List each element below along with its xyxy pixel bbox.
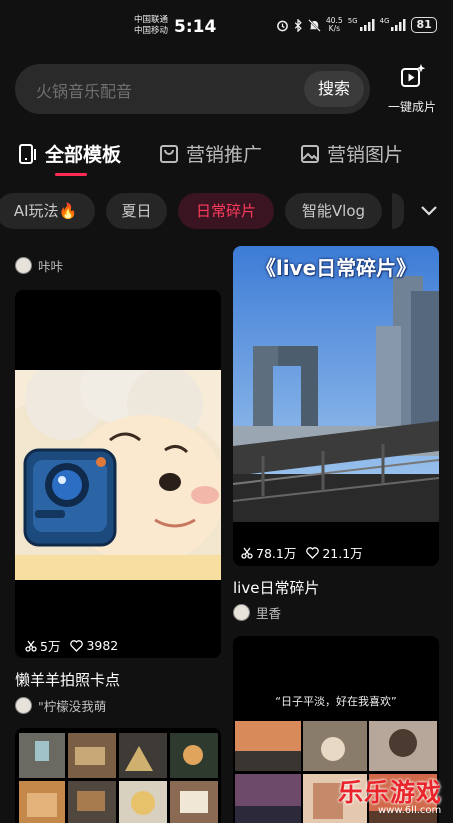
likes-count: 21.1万 [322,546,363,561]
chevron-down-icon [421,206,437,216]
watermark-url: www.6ll.com [378,805,442,816]
author-name: 里香 [256,606,282,621]
cover-illustration [15,370,221,580]
cover-quote: “日子平淡，好在我喜欢” [275,695,397,708]
uses-stat: 5万 [25,636,60,655]
heart-icon [70,639,84,652]
alarm-icon [277,20,288,31]
author-name: "柠檬没我萌 [38,699,107,714]
speed-unit: K/s [328,24,341,33]
card-title[interactable]: live日常碎片 [233,577,319,598]
cover-title: 《live日常碎片》 [255,256,417,280]
tab-label: 营销推广 [186,144,263,166]
card-stats: 5万 3982 [25,636,118,655]
one-click-create-label: 一键成片 [387,100,436,114]
tab-label: 全部模板 [45,144,122,166]
chip-summer[interactable]: 夏日 [106,193,167,229]
carrier-1: 中国联通 [134,15,169,25]
chip-ai-play[interactable]: AI玩法🔥 [0,193,95,229]
search-bar[interactable]: 火锅音乐配音 搜索 [15,64,370,114]
template-card-cover[interactable]: 《live日常碎片》 [233,246,439,566]
watermark-text: 乐乐游戏 [338,778,443,807]
carrier-2: 中国移动 [134,26,169,36]
heart-icon [306,546,320,559]
tab-all-templates[interactable]: 全部模板 [17,140,121,167]
network-1-label: 5G [347,17,358,25]
one-click-create-button[interactable]: 一键成片 [380,62,444,115]
mute-icon [308,18,321,32]
card-stats: 78.1万 21.1万 [241,543,363,562]
network-2-label: 4G [379,17,390,25]
uses-count: 78.1万 [256,546,297,561]
tab-marketing-images[interactable]: 营销图片 [299,140,403,167]
tab-label: 营销图片 [327,144,404,166]
status-bar: 中国联通 中国移动 5:14 40.5 K/s 5G 4G 81 [0,0,453,52]
search-input[interactable]: 火锅音乐配音 [36,78,132,102]
category-chips: AI玩法🔥 夏日 日常碎片 智能Vlog [0,193,453,229]
author-name: 咔咔 [38,259,64,274]
active-tab-indicator [55,173,87,176]
tab-marketing-promotion[interactable]: 营销推广 [158,140,262,167]
uses-stat: 78.1万 [241,543,296,562]
likes-stat: 21.1万 [306,543,363,562]
search-button[interactable]: 搜索 [304,71,364,107]
bluetooth-icon [294,18,302,32]
cover-photo-collage [19,733,218,823]
chip-daily-fragments[interactable]: 日常碎片 [178,193,274,229]
video-sparkle-icon [401,64,426,87]
network-speed: 40.5 K/s [326,17,343,33]
avatar [15,257,32,274]
uses-count: 5万 [40,639,61,654]
avatar [15,697,32,714]
card-author[interactable]: "柠檬没我萌 [15,696,106,715]
shopping-bag-icon [160,144,178,163]
battery-indicator: 81 [411,17,437,33]
signal-icon-2 [391,19,406,31]
cover-photo-city [233,246,439,522]
chip-smart-vlog[interactable]: 智能Vlog [285,193,382,229]
template-card-cover[interactable] [15,728,221,823]
avatar [233,604,250,621]
chip-more-button[interactable] [392,193,453,229]
chip-overflow [392,193,404,229]
card-author[interactable]: 里香 [233,603,281,622]
template-tabs: 全部模板 营销推广 营销图片 [0,134,453,174]
scissors-icon [241,547,253,559]
phone-template-icon [19,143,36,164]
feed-header-author[interactable]: 咔咔 [15,256,63,275]
image-icon [301,144,319,163]
card-title[interactable]: 懒羊羊拍照卡点 [15,669,120,690]
status-time: 5:14 [174,17,217,37]
scissors-icon [25,640,37,652]
status-icons: 40.5 K/s 5G 4G 81 [276,17,437,33]
signal-icon-1 [359,19,375,31]
likes-stat: 3982 [70,638,118,653]
carrier-info: 中国联通 中国移动 [134,15,168,37]
likes-count: 3982 [86,638,119,653]
template-card-cover[interactable] [15,290,221,658]
